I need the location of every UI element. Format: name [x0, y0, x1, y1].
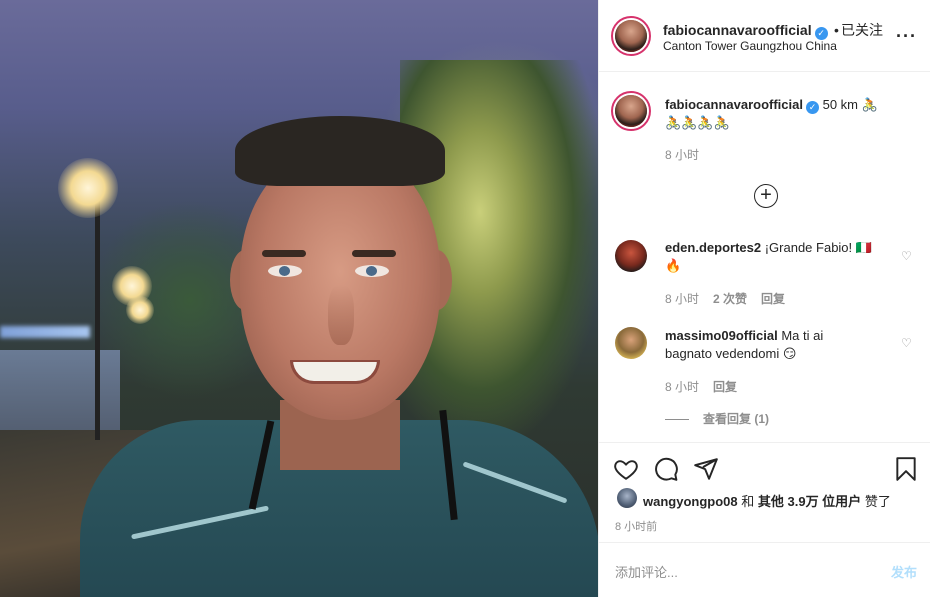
street-lamp	[58, 158, 118, 218]
eye	[355, 265, 389, 277]
caption: fabiocannavaroofficial ✓ 50 km 🚴 🚴🚴🚴🚴	[665, 96, 905, 132]
comment: massimo09official Ma ti ai bagnato veden…	[665, 327, 895, 363]
send-icon[interactable]	[693, 456, 719, 482]
plus-circle-icon[interactable]: +	[754, 184, 778, 208]
verified-badge-icon: ✓	[805, 101, 819, 114]
lamp-pole	[95, 200, 100, 440]
comment-time: 8 小时	[665, 380, 700, 394]
comment-text: Ma ti ai	[781, 328, 824, 343]
commenter-avatar[interactable]	[615, 327, 647, 359]
comment-icon[interactable]	[653, 456, 679, 482]
action-bar: wangyongpo08 和 其他 3.9万 位用户 赞了 8 小时前	[599, 444, 930, 542]
comment-username[interactable]: massimo09official	[665, 328, 778, 343]
more-horizontal-icon[interactable]: ···	[896, 26, 917, 47]
author-line: fabiocannavaroofficial ✓ • 已关注	[663, 20, 883, 40]
author-avatar[interactable]	[611, 16, 651, 56]
likes-summary[interactable]: wangyongpo08 和 其他 3.9万 位用户 赞了	[643, 491, 891, 510]
view-replies-button[interactable]: 查看回复 (1)	[665, 410, 769, 427]
likes-others[interactable]: 其他 3.9万 位用户	[758, 494, 861, 509]
heart-icon[interactable]	[613, 456, 639, 482]
caption-author-avatar[interactable]	[611, 91, 651, 131]
comment-like-heart-icon[interactable]: ♡	[901, 337, 913, 349]
view-replies-label: 查看回复 (1)	[703, 412, 770, 426]
eyebrow	[352, 250, 396, 257]
comment-text-line2: bagnato vedendomi 😏	[665, 346, 797, 361]
comment-text-line2: 🔥	[665, 258, 682, 273]
caption-username[interactable]: fabiocannavaroofficial	[665, 97, 803, 112]
comment: eden.deportes2 ¡Grande Fabio! 🇮🇹 🔥	[665, 239, 895, 275]
caption-text-line2: 🚴🚴🚴🚴	[665, 115, 730, 130]
bookmark-icon[interactable]	[893, 456, 919, 482]
likes-liked: 赞了	[864, 494, 891, 509]
person	[80, 110, 598, 597]
comment-text: ¡Grande Fabio! 🇮🇹	[764, 240, 872, 255]
commenter-avatar[interactable]	[615, 240, 647, 272]
follow-status-button[interactable]: 已关注	[841, 22, 883, 38]
eyebrow	[262, 250, 306, 257]
separator-dot: •	[834, 22, 839, 38]
add-comment-bar: 添加评论... 发布	[599, 542, 930, 597]
post-comment-button[interactable]: 发布	[891, 562, 917, 581]
likes-and: 和	[741, 494, 755, 509]
location-link[interactable]: Canton Tower Gaungzhou China	[663, 39, 837, 53]
comment-input[interactable]: 添加评论...	[615, 562, 678, 581]
caption-text: 50 km 🚴	[822, 97, 878, 112]
hair	[235, 116, 445, 186]
divider-line	[665, 419, 689, 421]
mouth	[290, 360, 380, 384]
comments-section: fabiocannavaroofficial ✓ 50 km 🚴 🚴🚴🚴🚴 8 小…	[599, 73, 930, 443]
photo-bridge	[0, 326, 90, 338]
comment-meta: 8 小时 回复	[665, 378, 751, 395]
post-photo[interactable]	[0, 0, 598, 597]
comment-meta: 8 小时 2 次赞 回复	[665, 290, 799, 307]
post-side-panel: fabiocannavaroofficial ✓ • 已关注 Canton Towe…	[598, 0, 930, 597]
reply-button[interactable]: 回复	[713, 380, 737, 394]
liker-username[interactable]: wangyongpo08	[643, 494, 738, 509]
caption-time: 8 小时	[665, 148, 700, 162]
liker-avatar[interactable]	[617, 488, 637, 508]
nose	[328, 285, 354, 345]
comment-likes-count[interactable]: 2 次赞	[713, 292, 747, 306]
eye	[268, 265, 302, 277]
author-username[interactable]: fabiocannavaroofficial	[663, 22, 812, 38]
post-header: fabiocannavaroofficial ✓ • 已关注 Canton Towe…	[599, 0, 930, 72]
post-time: 8 小时前	[615, 521, 658, 533]
comment-time: 8 小时	[665, 292, 700, 306]
comment-username[interactable]: eden.deportes2	[665, 240, 761, 255]
comment-like-heart-icon[interactable]: ♡	[901, 250, 913, 262]
reply-button[interactable]: 回复	[761, 292, 785, 306]
